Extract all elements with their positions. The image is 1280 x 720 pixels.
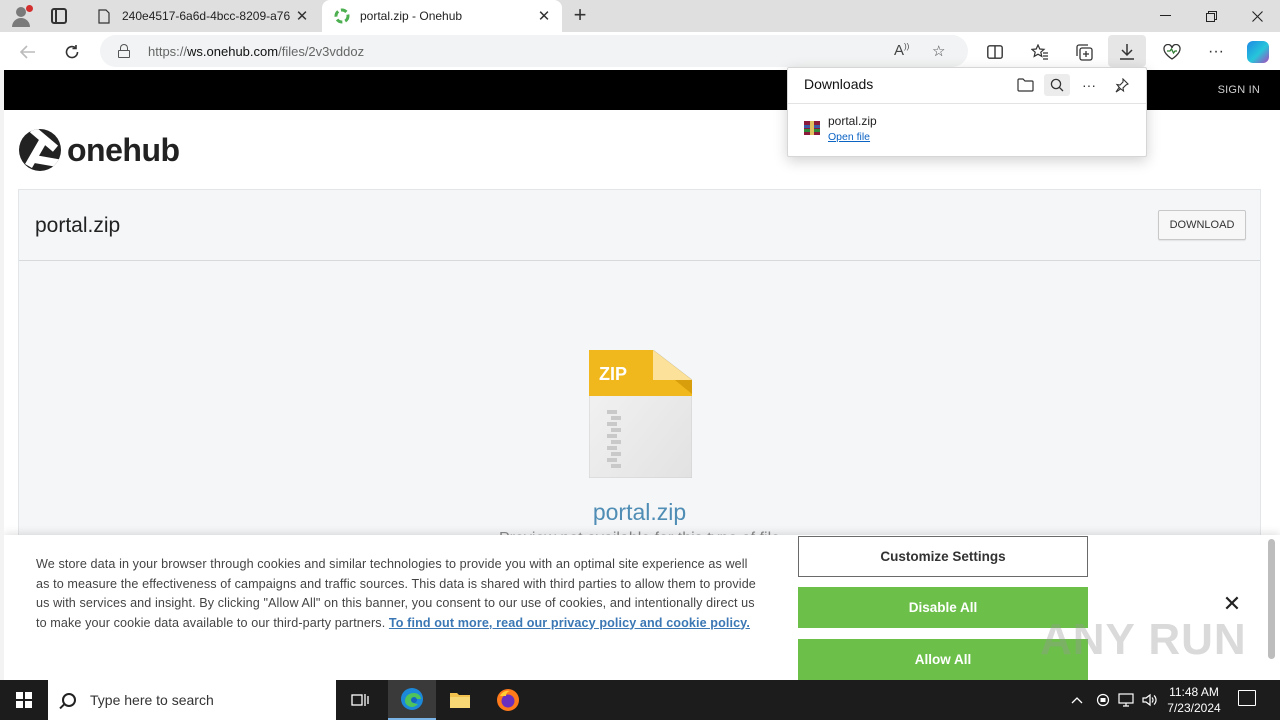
close-window-icon[interactable] — [1234, 0, 1280, 32]
downloads-icon[interactable] — [1108, 35, 1146, 67]
taskbar-search[interactable]: Type here to search — [48, 680, 336, 720]
open-folder-icon[interactable] — [1012, 74, 1038, 96]
clock-time: 11:48 AM — [1169, 685, 1219, 699]
copilot-icon[interactable] — [1247, 41, 1269, 63]
download-button[interactable]: DOWNLOAD — [1158, 210, 1246, 240]
firefox-icon[interactable] — [484, 680, 532, 720]
edge-browser-icon[interactable] — [388, 680, 436, 720]
customize-settings-button[interactable]: Customize Settings — [798, 536, 1088, 577]
tab-strip: 240e4517-6a6d-4bcc-8209-a76bbc ✕ portal.… — [0, 0, 1280, 32]
system-clock[interactable]: 11:48 AM 7/23/2024 — [1162, 684, 1226, 716]
sign-in-link[interactable]: SIGN IN — [1218, 84, 1260, 96]
split-screen-icon[interactable] — [981, 38, 1009, 66]
close-icon[interactable]: ✕ — [1221, 593, 1243, 615]
tab-close-icon[interactable]: ✕ — [532, 7, 556, 25]
tab-title: 240e4517-6a6d-4bcc-8209-a76bbc — [122, 9, 290, 23]
restore-icon[interactable] — [1188, 0, 1234, 32]
network-icon[interactable] — [1118, 680, 1134, 720]
favorites-icon[interactable] — [1026, 38, 1054, 66]
web-page: SIGN IN onehub portal.zip DOWNLOAD ZIP p… — [4, 70, 1280, 680]
url-text[interactable]: https://ws.onehub.com/files/2v3vddoz — [148, 44, 364, 59]
onehub-logo[interactable]: onehub — [19, 129, 180, 171]
task-view-icon[interactable] — [336, 680, 384, 720]
search-icon[interactable] — [1044, 74, 1070, 96]
cookie-text: We store data in your browser through co… — [36, 557, 756, 630]
file-explorer-icon[interactable] — [436, 680, 484, 720]
more-options-icon[interactable]: ··· — [1202, 38, 1230, 66]
browser-essentials-icon[interactable] — [1158, 38, 1186, 66]
address-bar[interactable]: https://ws.onehub.com/files/2v3vddoz A))… — [100, 35, 968, 67]
windows-start-icon[interactable] — [0, 680, 48, 720]
file-title: portal.zip — [35, 214, 121, 237]
pin-icon[interactable] — [1109, 74, 1135, 96]
tab-close-icon[interactable]: ✕ — [290, 7, 314, 25]
more-options-icon[interactable]: ··· — [1076, 74, 1102, 96]
notifications-icon[interactable] — [1238, 690, 1256, 706]
windows-taskbar: Type here to search 11:48 AM 7/23/2024 — [0, 680, 1280, 720]
tab-onehub[interactable]: portal.zip - Onehub ✕ — [322, 0, 562, 32]
new-tab-icon[interactable]: + — [568, 4, 592, 28]
page-scrollbar[interactable] — [1266, 535, 1276, 680]
onehub-logo-icon — [19, 129, 61, 171]
volume-icon[interactable] — [1142, 680, 1158, 720]
tab-document[interactable]: 240e4517-6a6d-4bcc-8209-a76bbc ✕ — [84, 0, 320, 32]
zip-file-icon: ZIP — [588, 349, 693, 479]
profile-avatar-icon[interactable] — [10, 5, 33, 27]
document-icon — [96, 8, 112, 24]
preview-file-name: portal.zip — [592, 499, 687, 525]
search-placeholder: Type here to search — [90, 692, 214, 708]
meet-now-icon[interactable] — [1096, 680, 1110, 720]
favorite-star-icon[interactable]: ☆ — [932, 42, 945, 60]
collections-icon[interactable] — [1070, 38, 1098, 66]
downloads-panel: Downloads ··· portal.zip Open file — [787, 67, 1147, 157]
minimize-icon[interactable] — [1142, 0, 1188, 32]
browser-toolbar: https://ws.onehub.com/files/2v3vddoz A))… — [0, 32, 1280, 70]
tab-title: portal.zip - Onehub — [360, 9, 463, 23]
clock-date: 7/23/2024 — [1167, 701, 1221, 715]
svg-text:ZIP: ZIP — [599, 364, 627, 384]
search-icon — [62, 693, 76, 707]
privacy-policy-link[interactable]: To find out more, read our privacy polic… — [389, 616, 750, 630]
show-hidden-icons[interactable] — [1071, 680, 1083, 720]
download-item-name[interactable]: portal.zip — [828, 114, 877, 128]
downloads-title: Downloads — [804, 76, 874, 92]
read-aloud-icon[interactable]: A)) — [894, 42, 909, 59]
open-file-link[interactable]: Open file — [828, 131, 870, 143]
reload-icon[interactable] — [59, 39, 85, 65]
file-header: portal.zip DOWNLOAD — [19, 190, 1260, 261]
tab-actions-icon[interactable] — [51, 8, 67, 24]
back-arrow-icon[interactable] — [15, 39, 41, 65]
anyrun-watermark: ANY RUN — [1040, 615, 1247, 664]
lock-icon[interactable] — [118, 44, 130, 58]
onehub-favicon-icon — [334, 8, 350, 24]
archive-file-icon — [804, 121, 820, 135]
logo-text: onehub — [67, 131, 180, 168]
